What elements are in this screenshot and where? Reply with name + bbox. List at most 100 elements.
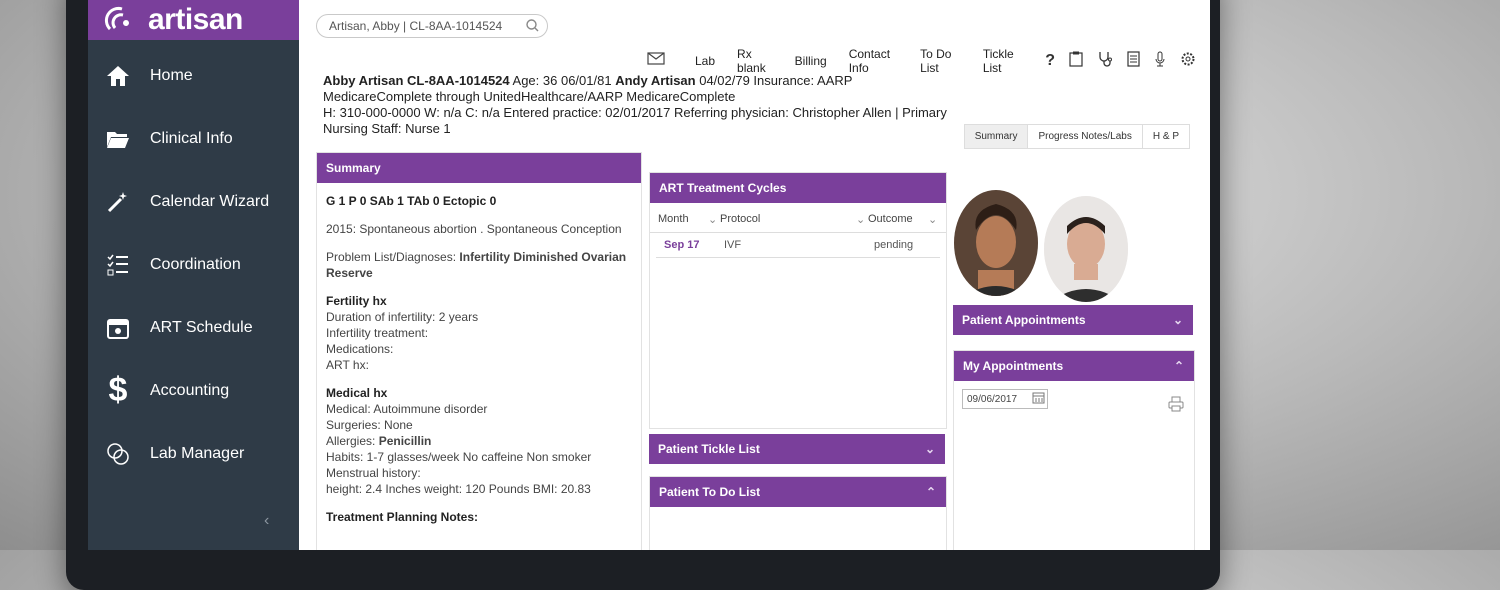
search-icon[interactable]: [526, 19, 539, 35]
column-month[interactable]: Month: [658, 213, 708, 226]
allergies-line: Allergies: Penicillin: [326, 433, 632, 449]
summary-header: Summary: [317, 153, 641, 183]
printer-icon[interactable]: [1168, 396, 1184, 417]
tickle-list-title: Patient Tickle List: [658, 442, 760, 456]
sidebar-item-accounting[interactable]: $ Accounting: [88, 359, 299, 422]
chevron-down-icon[interactable]: ⌄: [928, 213, 937, 226]
todo-list-panel: Patient To Do List ⌃: [649, 476, 947, 550]
fertility-line: ART hx:: [326, 358, 369, 372]
sidebar-item-label: Home: [150, 66, 193, 84]
todo-list-title: Patient To Do List: [659, 485, 761, 499]
top-nav: Lab Rx blank Billing Contact Info To Do …: [647, 47, 1210, 75]
patient-photo: [954, 190, 1038, 296]
view-tabs: Summary Progress Notes/Labs H & P: [963, 124, 1190, 149]
sidebar-item-label: Coordination: [150, 255, 241, 273]
habits-line: Habits: 1-7 glasses/week No caffeine Non…: [326, 450, 592, 464]
fertility-line: Medications:: [326, 342, 394, 356]
allergies-value: Penicillin: [378, 434, 432, 448]
calendar-icon: [104, 314, 132, 342]
folder-icon: [104, 125, 132, 153]
my-appointments-header[interactable]: My Appointments ⌃: [954, 351, 1194, 381]
logo-bar: artisan: [88, 0, 299, 40]
chevron-down-icon: ⌄: [1172, 313, 1183, 327]
todo-list-header[interactable]: Patient To Do List ⌃: [650, 477, 946, 507]
sidebar-item-art-schedule[interactable]: ART Schedule: [88, 296, 299, 359]
fertility-line: Duration of infertility: 2 years: [326, 310, 479, 324]
lab-icon: [104, 440, 132, 468]
surgeries-line: Surgeries: None: [326, 418, 413, 432]
sidebar-nav: Home Clinical Info Calendar Wizard Coord…: [88, 44, 299, 485]
table-row[interactable]: Sep 17 IVF pending: [656, 233, 940, 258]
chevron-down-icon: ⌄: [924, 442, 935, 456]
summary-body: G 1 P 0 SAb 1 TAb 0 Ectopic 0 2015: Spon…: [317, 183, 641, 535]
sidebar-item-coordination[interactable]: Coordination: [88, 233, 299, 296]
art-cycles-title: ART Treatment Cycles: [659, 181, 787, 195]
home-icon: [104, 62, 132, 90]
patient-appointments-panel[interactable]: Patient Appointments ⌄: [953, 305, 1193, 337]
nav-contact-info[interactable]: Contact Info: [849, 47, 898, 75]
contact-line: H: 310-000-0000 W: n/a C: n/a Entered pr…: [323, 105, 947, 120]
chevron-up-icon: ⌃: [925, 485, 936, 499]
tab-summary[interactable]: Summary: [964, 125, 1029, 148]
cell-protocol: IVF: [724, 239, 742, 251]
sidebar-item-label: Lab Manager: [150, 444, 245, 462]
partner-name: Andy Artisan: [615, 73, 696, 88]
patient-appointments-header[interactable]: Patient Appointments ⌄: [953, 305, 1193, 335]
chevron-down-icon[interactable]: ⌄: [856, 213, 868, 226]
sidebar-item-clinical-info[interactable]: Clinical Info: [88, 107, 299, 170]
nav-rx-blank[interactable]: Rx blank: [737, 47, 773, 75]
nav-lab[interactable]: Lab: [695, 54, 715, 68]
sidebar-item-home[interactable]: Home: [88, 44, 299, 107]
gravida-line: G 1 P 0 SAb 1 TAb 0 Ectopic 0: [326, 194, 497, 208]
nav-to-do-list[interactable]: To Do List: [920, 47, 961, 75]
problem-list: Problem List/Diagnoses: Infertility Dimi…: [326, 249, 632, 281]
medical-title: Medical hx: [326, 386, 388, 400]
nav-tickle-list[interactable]: Tickle List: [983, 47, 1023, 75]
search-input[interactable]: [327, 18, 521, 34]
tab-h-and-p[interactable]: H & P: [1142, 125, 1189, 148]
calendar-icon[interactable]: [1032, 391, 1045, 407]
stethoscope-icon[interactable]: [1097, 51, 1113, 72]
tickle-list-header[interactable]: Patient Tickle List ⌄: [649, 434, 945, 464]
sidebar-item-lab-manager[interactable]: Lab Manager: [88, 422, 299, 485]
my-appointments-panel: My Appointments ⌃ 09/06/2017: [953, 350, 1195, 550]
microphone-icon[interactable]: [1154, 51, 1166, 72]
art-cycles-columns: Month ⌄ Protocol ⌄ Outcome ⌄: [650, 203, 946, 233]
tickle-list-panel[interactable]: Patient Tickle List ⌄: [649, 434, 945, 466]
menstrual-line: Menstrual history:: [326, 466, 421, 480]
summary-panel: Summary G 1 P 0 SAb 1 TAb 0 Ectopic 0 20…: [316, 152, 642, 550]
vitals-line: height: 2.4 Inches weight: 120 Pounds BM…: [326, 482, 591, 496]
column-outcome[interactable]: Outcome: [868, 213, 928, 226]
patient-search: [316, 14, 548, 38]
notes-icon[interactable]: [1127, 50, 1140, 72]
appointment-date-input[interactable]: 09/06/2017: [962, 389, 1048, 409]
medical-line: Medical: Autoimmune disorder: [326, 402, 488, 416]
sidebar-item-label: Accounting: [150, 381, 230, 399]
logo-text: artisan: [148, 3, 243, 36]
app-screen: artisan Home Clinical Info Calendar Wiza…: [88, 0, 1210, 550]
chevron-down-icon[interactable]: ⌄: [708, 213, 720, 226]
patient-header: Abby Artisan CL-8AA-1014524 Age: 36 06/0…: [323, 73, 947, 137]
column-protocol[interactable]: Protocol: [720, 213, 856, 226]
mail-icon[interactable]: [647, 52, 665, 70]
magic-wand-icon: [104, 188, 132, 216]
sidebar: artisan Home Clinical Info Calendar Wiza…: [88, 0, 299, 550]
treatment-notes-title: Treatment Planning Notes:: [326, 510, 479, 524]
patient-name-id: Abby Artisan CL-8AA-1014524: [323, 73, 510, 88]
nav-billing[interactable]: Billing: [795, 54, 827, 68]
clipboard-icon[interactable]: [1069, 51, 1083, 72]
insurance-line: MedicareComplete through UnitedHealthcar…: [323, 89, 736, 104]
partner-dob-insurance: 04/02/79 Insurance: AARP: [695, 73, 853, 88]
help-icon[interactable]: ?: [1045, 52, 1055, 70]
patient-appointments-title: Patient Appointments: [962, 313, 1086, 327]
art-cycles-panel: ART Treatment Cycles Month ⌄ Protocol ⌄ …: [649, 172, 947, 429]
sidebar-collapse-button[interactable]: ‹: [264, 512, 269, 530]
fertility-title: Fertility hx: [326, 294, 387, 308]
tab-progress-notes-labs[interactable]: Progress Notes/Labs: [1028, 125, 1143, 148]
appointment-date-value: 09/06/2017: [967, 393, 1018, 405]
settings-gear-icon[interactable]: [1180, 51, 1196, 72]
dollar-icon: $: [108, 371, 128, 409]
summary-title: Summary: [326, 161, 381, 175]
nursing-staff-line: Nursing Staff: Nurse 1: [323, 121, 451, 136]
sidebar-item-calendar-wizard[interactable]: Calendar Wizard: [88, 170, 299, 233]
